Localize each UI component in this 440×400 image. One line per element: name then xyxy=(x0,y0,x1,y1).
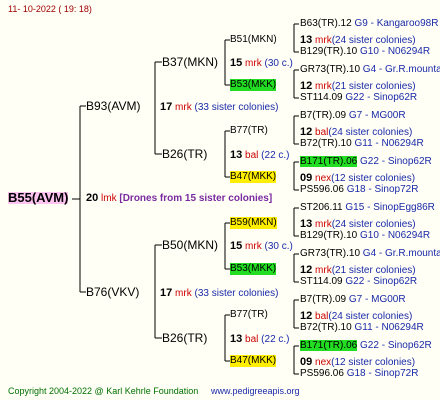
gen2-drones: 13 bal (22 c.) xyxy=(230,149,290,161)
gen4-node: B72(TR).10 G11 - N06294R xyxy=(300,322,424,333)
root-num: 20 xyxy=(86,192,99,204)
gen3-node: B59(MKN) xyxy=(230,217,277,229)
gen4-node: ST114.09 G22 - Sinop62R xyxy=(300,276,418,287)
gen2-node: B26(TR) xyxy=(162,147,208,161)
gen1-node: B76(VKV) xyxy=(86,285,140,299)
gen3-node: B53(MKK) xyxy=(230,263,277,275)
root-queen: B55(AVM) xyxy=(8,190,69,205)
gen2-drones: 15 mrk (30 c.) xyxy=(230,57,293,69)
gen4-node: B129(TR).10 G10 - N06294R xyxy=(300,230,431,241)
gen4-node: PS596.06 G18 - Sinop72R xyxy=(300,184,419,195)
gen4-node: B7(TR).09 G7 - MG00R xyxy=(300,294,406,305)
gen2-drones: 13 bal (22 c.) xyxy=(230,333,290,345)
gen4-node: B171(TR).06 G22 - Sinop62R xyxy=(300,156,432,167)
gen3-node: B77(TR) xyxy=(230,309,268,320)
gen4-node: B63(TR).12 G9 - Kangaroo98R xyxy=(300,18,439,29)
copyright: Copyright 2004-2022 @ Karl Kehrle Founda… xyxy=(8,386,199,396)
root-note: [Drones from 15 sister colonies] xyxy=(119,193,273,204)
gen4-node: ST114.09 G22 - Sinop62R xyxy=(300,92,418,103)
gen1-node: B93(AVM) xyxy=(86,99,141,113)
gen4-node: GR73(TR).10 G4 - Gr.R.mounta xyxy=(300,64,440,75)
root-unit: lmk xyxy=(101,193,117,204)
gen4-node: B171(TR).06 G22 - Sinop62R xyxy=(300,340,432,351)
gen3-node: B47(MKK) xyxy=(230,355,277,367)
gen1-drones: 17 mrk (33 sister colonies) xyxy=(160,101,279,113)
root-drones: 20 lmk [Drones from 15 sister colonies] xyxy=(86,192,272,205)
gen2-node: B26(TR) xyxy=(162,331,208,345)
gen4-node: B72(TR).10 G11 - N06294R xyxy=(300,138,424,149)
gen1-drones: 17 mrk (33 sister colonies) xyxy=(160,287,279,299)
gen4-node: B129(TR).10 G10 - N06294R xyxy=(300,46,431,57)
gen4-node: ST206.11 G15 - SinopEgg86R xyxy=(300,202,435,213)
gen4-node: PS596.06 G18 - Sinop72R xyxy=(300,368,419,379)
gen4-node: GR73(TR).10 G4 - Gr.R.mounta xyxy=(300,248,440,259)
gen3-node: B51(MKN) xyxy=(230,34,277,45)
gen2-drones: 15 mrk (30 c.) xyxy=(230,240,293,252)
gen3-node: B53(MKK) xyxy=(230,79,277,91)
gen3-node: B77(TR) xyxy=(230,125,268,136)
site-link[interactable]: www.pedigreeapis.org xyxy=(211,385,300,397)
gen3-node: B47(MKK) xyxy=(230,171,277,183)
gen4-node: B7(TR).09 G7 - MG00R xyxy=(300,110,406,121)
gen2-node: B50(MKN) xyxy=(162,238,219,252)
report-date: 11- 10-2022 ( 19: 18) xyxy=(8,4,92,14)
gen2-node: B37(MKN) xyxy=(162,55,219,69)
